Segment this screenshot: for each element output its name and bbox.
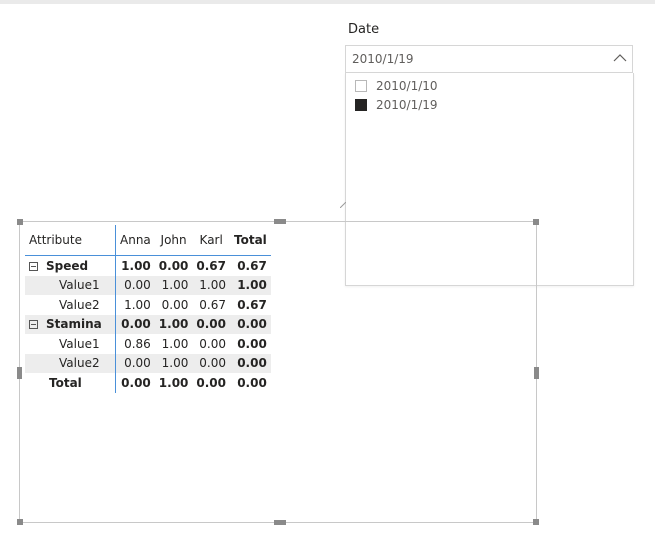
top-bar [0,0,655,4]
header-row: Attribute Anna John Karl Total [25,225,271,256]
resize-handle[interactable] [534,367,539,379]
column-header[interactable]: Karl [192,225,230,256]
resize-handle[interactable] [17,519,23,525]
cell: 0.00 [115,275,155,295]
resize-grip-icon[interactable] [340,202,346,208]
resize-handle[interactable] [274,219,286,224]
row-header[interactable]: Speed [25,255,116,276]
cell: 0.00 [196,375,226,390]
cell: 1.00 [158,375,189,390]
row-label-total: Total [25,373,116,393]
table-row: Value1 0.86 1.00 0.00 0.00 [25,334,271,354]
cell-total: 0.00 [237,336,267,351]
cell: 1.00 [121,258,151,273]
cell: 0.00 [192,353,230,373]
cell-total: 0.00 [230,314,271,334]
column-header[interactable]: Anna [115,225,155,256]
slicer-option-label: 2010/1/10 [376,79,438,93]
row-label: Value2 [25,353,116,373]
table-row-group: Speed 1.00 0.00 0.67 0.67 [25,255,271,276]
cell: 0.00 [192,314,230,334]
chevron-up-icon[interactable] [612,50,628,66]
collapse-icon[interactable] [29,320,38,330]
cell-total: 1.00 [230,275,271,295]
slicer-dropdown[interactable]: 2010/1/19 [345,45,633,73]
cell: 0.67 [199,297,226,312]
cell: 0.67 [196,258,226,273]
column-header[interactable]: John [154,225,193,256]
cell: 0.86 [124,336,151,351]
cell: 1.00 [192,275,230,295]
row-label: Value2 [25,295,116,315]
row-label: Speed [46,258,89,273]
cell: 1.00 [154,314,193,334]
cell: 0.00 [161,297,189,312]
row-label: Value1 [25,275,116,295]
row-label: Value1 [25,334,116,354]
cell-total: 0.67 [237,297,267,312]
collapse-icon[interactable] [29,261,38,271]
cell: 0.00 [158,258,189,273]
checkbox[interactable] [355,80,367,92]
cell-total: 0.00 [230,353,271,373]
slicer-option[interactable]: 2010/1/10 [355,77,438,95]
cell: 1.00 [154,275,193,295]
column-header-total[interactable]: Total [230,225,271,256]
table-row-group: Stamina 0.00 1.00 0.00 0.00 [25,314,271,334]
cell: 0.00 [115,314,155,334]
table-row: Value1 0.00 1.00 1.00 1.00 [25,275,271,295]
row-label: Stamina [46,317,102,332]
resize-handle[interactable] [17,219,23,225]
resize-handle[interactable] [533,519,539,525]
slicer-option-label: 2010/1/19 [376,98,438,112]
checkbox-checked[interactable] [355,99,367,111]
table-row-total: Total 0.00 1.00 0.00 0.00 [25,373,271,393]
row-header[interactable]: Stamina [25,314,116,334]
table-row: Value2 0.00 1.00 0.00 0.00 [25,353,271,373]
matrix-table: Attribute Anna John Karl Total Speed 1.0… [25,225,271,393]
resize-handle[interactable] [533,219,539,225]
cell: 0.00 [121,375,151,390]
cell: 0.00 [115,353,155,373]
cell-total: 0.00 [237,375,267,390]
slicer-selected-value: 2010/1/19 [352,52,414,66]
cell: 1.00 [124,297,151,312]
slicer-option[interactable]: 2010/1/19 [355,96,438,114]
slicer-title: Date [348,22,380,37]
cell: 1.00 [154,353,193,373]
resize-handle[interactable] [17,367,22,379]
resize-handle[interactable] [274,520,286,525]
cell: 0.00 [199,336,226,351]
column-header-attribute[interactable]: Attribute [25,225,116,256]
table-row: Value2 1.00 0.00 0.67 0.67 [25,295,271,315]
cell-total: 0.67 [237,258,267,273]
cell: 1.00 [161,336,189,351]
